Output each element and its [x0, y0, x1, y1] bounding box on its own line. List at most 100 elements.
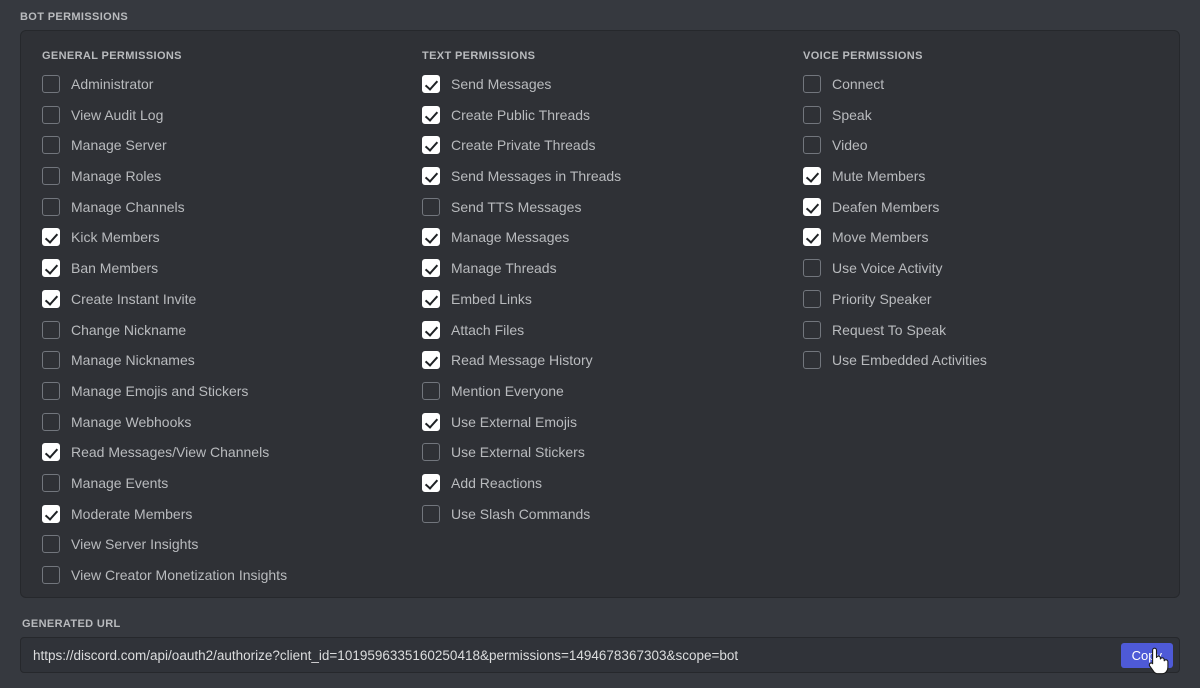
permission-row[interactable]: Deafen Members	[803, 197, 1163, 217]
permission-row[interactable]: Use External Stickers	[422, 442, 783, 462]
permission-label: Send Messages in Threads	[451, 167, 621, 185]
checkbox-unchecked-icon[interactable]	[803, 351, 821, 369]
permission-row[interactable]: Mention Everyone	[422, 381, 783, 401]
permission-row[interactable]: Create Instant Invite	[42, 289, 402, 309]
permission-row[interactable]: Moderate Members	[42, 504, 402, 524]
checkbox-checked-icon[interactable]	[422, 228, 440, 246]
checkbox-unchecked-icon[interactable]	[42, 351, 60, 369]
permission-row[interactable]: Move Members	[803, 227, 1163, 247]
checkbox-checked-icon[interactable]	[422, 106, 440, 124]
permission-row[interactable]: Use Slash Commands	[422, 504, 783, 524]
checkbox-unchecked-icon[interactable]	[803, 106, 821, 124]
checkbox-checked-icon[interactable]	[422, 259, 440, 277]
permission-row[interactable]: Kick Members	[42, 227, 402, 247]
permission-row[interactable]: Send Messages in Threads	[422, 166, 783, 186]
permission-row[interactable]: Connect	[803, 74, 1163, 94]
permission-row[interactable]: Change Nickname	[42, 320, 402, 340]
permission-label: Change Nickname	[71, 321, 186, 339]
checkbox-unchecked-icon[interactable]	[42, 474, 60, 492]
permission-label: Create Public Threads	[451, 106, 590, 124]
permission-row[interactable]: Priority Speaker	[803, 289, 1163, 309]
permission-row[interactable]: Send TTS Messages	[422, 197, 783, 217]
checkbox-unchecked-icon[interactable]	[42, 167, 60, 185]
checkbox-checked-icon[interactable]	[803, 167, 821, 185]
permission-row[interactable]: Manage Events	[42, 473, 402, 493]
checkbox-unchecked-icon[interactable]	[422, 198, 440, 216]
checkbox-unchecked-icon[interactable]	[803, 321, 821, 339]
checkbox-checked-icon[interactable]	[42, 290, 60, 308]
permission-row[interactable]: Add Reactions	[422, 473, 783, 493]
permission-row[interactable]: View Creator Monetization Insights	[42, 565, 402, 585]
checkbox-unchecked-icon[interactable]	[42, 321, 60, 339]
checkbox-unchecked-icon[interactable]	[42, 566, 60, 584]
permission-row[interactable]: Manage Server	[42, 135, 402, 155]
permission-row[interactable]: Use Voice Activity	[803, 258, 1163, 278]
permission-row[interactable]: Embed Links	[422, 289, 783, 309]
checkbox-unchecked-icon[interactable]	[42, 535, 60, 553]
checkbox-unchecked-icon[interactable]	[42, 382, 60, 400]
permission-label: Create Instant Invite	[71, 290, 196, 308]
permission-label: Ban Members	[71, 259, 158, 277]
column-title: TEXT PERMISSIONS	[422, 50, 783, 63]
bot-permissions-section-label: BOT PERMISSIONS	[20, 11, 128, 24]
checkbox-checked-icon[interactable]	[422, 290, 440, 308]
permission-row[interactable]: Manage Channels	[42, 197, 402, 217]
permission-row[interactable]: Video	[803, 135, 1163, 155]
permission-row[interactable]: Use External Emojis	[422, 412, 783, 432]
permission-row[interactable]: Manage Roles	[42, 166, 402, 186]
permissions-column-voice: VOICE PERMISSIONSConnectSpeakVideoMute M…	[783, 31, 1163, 597]
checkbox-unchecked-icon[interactable]	[42, 75, 60, 93]
permission-label: Use Embedded Activities	[832, 351, 987, 369]
checkbox-checked-icon[interactable]	[422, 136, 440, 154]
checkbox-unchecked-icon[interactable]	[42, 198, 60, 216]
checkbox-checked-icon[interactable]	[422, 351, 440, 369]
checkbox-checked-icon[interactable]	[422, 413, 440, 431]
checkbox-checked-icon[interactable]	[42, 443, 60, 461]
permission-row[interactable]: Mute Members	[803, 166, 1163, 186]
checkbox-checked-icon[interactable]	[422, 474, 440, 492]
permission-row[interactable]: View Audit Log	[42, 105, 402, 125]
generated-url-input[interactable]	[20, 637, 1180, 673]
permission-row[interactable]: Manage Nicknames	[42, 350, 402, 370]
checkbox-checked-icon[interactable]	[42, 259, 60, 277]
checkbox-checked-icon[interactable]	[422, 321, 440, 339]
permission-label: Send TTS Messages	[451, 198, 581, 216]
checkbox-unchecked-icon[interactable]	[42, 413, 60, 431]
permission-row[interactable]: View Server Insights	[42, 534, 402, 554]
checkbox-checked-icon[interactable]	[803, 228, 821, 246]
checkbox-checked-icon[interactable]	[803, 198, 821, 216]
checkbox-unchecked-icon[interactable]	[803, 259, 821, 277]
checkbox-checked-icon[interactable]	[422, 167, 440, 185]
checkbox-unchecked-icon[interactable]	[42, 106, 60, 124]
permission-row[interactable]: Create Private Threads	[422, 135, 783, 155]
checkbox-unchecked-icon[interactable]	[422, 382, 440, 400]
generated-url-row: Copy	[20, 637, 1180, 673]
permission-row[interactable]: Manage Emojis and Stickers	[42, 381, 402, 401]
checkbox-unchecked-icon[interactable]	[422, 443, 440, 461]
checkbox-unchecked-icon[interactable]	[42, 136, 60, 154]
permission-row[interactable]: Ban Members	[42, 258, 402, 278]
permission-row[interactable]: Administrator	[42, 74, 402, 94]
checkbox-unchecked-icon[interactable]	[803, 75, 821, 93]
permission-row[interactable]: Read Messages/View Channels	[42, 442, 402, 462]
permission-row[interactable]: Attach Files	[422, 320, 783, 340]
copy-button[interactable]: Copy	[1121, 643, 1173, 668]
checkbox-checked-icon[interactable]	[42, 505, 60, 523]
permission-row[interactable]: Manage Messages	[422, 227, 783, 247]
permission-row[interactable]: Read Message History	[422, 350, 783, 370]
permission-row[interactable]: Create Public Threads	[422, 105, 783, 125]
permission-row[interactable]: Use Embedded Activities	[803, 350, 1163, 370]
checkbox-unchecked-icon[interactable]	[422, 505, 440, 523]
permission-row[interactable]: Manage Threads	[422, 258, 783, 278]
permission-row[interactable]: Speak	[803, 105, 1163, 125]
permission-row[interactable]: Send Messages	[422, 74, 783, 94]
permission-row[interactable]: Manage Webhooks	[42, 412, 402, 432]
checkbox-unchecked-icon[interactable]	[803, 136, 821, 154]
permission-row[interactable]: Request To Speak	[803, 320, 1163, 340]
checkbox-checked-icon[interactable]	[422, 75, 440, 93]
checkbox-unchecked-icon[interactable]	[803, 290, 821, 308]
permission-label: Manage Nicknames	[71, 351, 195, 369]
permission-label: View Server Insights	[71, 535, 198, 553]
checkbox-checked-icon[interactable]	[42, 228, 60, 246]
permission-label: Mute Members	[832, 167, 925, 185]
